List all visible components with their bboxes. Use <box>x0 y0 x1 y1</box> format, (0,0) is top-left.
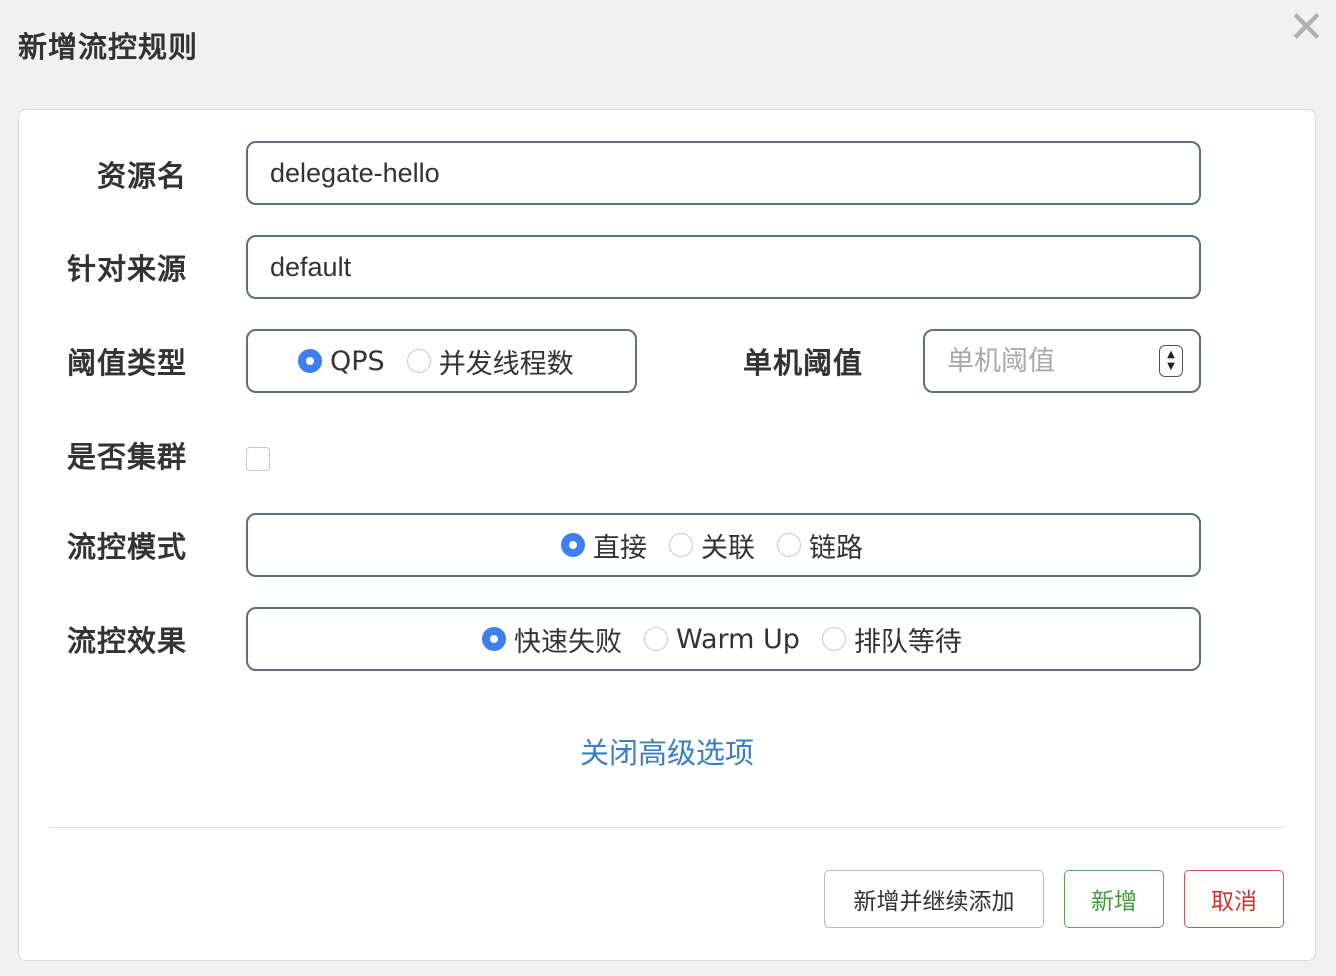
resource-input[interactable] <box>248 143 1199 203</box>
radio-qps[interactable]: QPS <box>298 346 385 377</box>
radio-button-fail-fast[interactable] <box>482 627 506 651</box>
threshold-input[interactable] <box>925 331 1199 391</box>
control-effect-label: 流控效果 <box>66 624 187 658</box>
radio-label-queue: 排队等待 <box>853 626 962 658</box>
radio-button-queue[interactable] <box>821 627 846 651</box>
close-icon[interactable]: ✕ <box>1288 6 1325 50</box>
cancel-button[interactable]: 取消 <box>1184 870 1284 928</box>
dialog-title: 新增流控规则 <box>18 30 199 64</box>
threshold-field-box: ▲ ▼ <box>923 329 1201 393</box>
resource-field-box <box>246 141 1201 205</box>
radio-label-direct: 直接 <box>593 532 647 564</box>
control-mode-radios: 直接 关联 链路 <box>561 515 863 575</box>
flow-rule-dialog: 新增流控规则 ✕ 资源名 针对来源 阈值类型 QPS 并发线程数 <box>0 0 1336 976</box>
control-effect-group: 快速失败 Warm Up 排队等待 <box>246 607 1201 671</box>
radio-button-chain[interactable] <box>777 533 801 557</box>
control-effect-radios: 快速失败 Warm Up 排队等待 <box>482 609 962 669</box>
close-advanced-options-link[interactable]: 关闭高级选项 <box>19 730 1315 772</box>
radio-button-concurrent-threads[interactable] <box>406 349 431 373</box>
radio-label-warm-up: Warm Up <box>676 623 800 655</box>
radio-button-warm-up[interactable] <box>644 627 668 651</box>
form-panel: 资源名 针对来源 阈值类型 QPS 并发线程数 单机阈值 <box>18 109 1316 961</box>
radio-direct[interactable]: 直接 <box>561 526 647 565</box>
radio-label-fail-fast: 快速失败 <box>514 626 622 658</box>
radio-fail-fast[interactable]: 快速失败 <box>482 620 622 659</box>
radio-label-concurrent-threads: 并发线程数 <box>438 348 574 380</box>
cluster-checkbox[interactable] <box>246 447 270 471</box>
number-stepper[interactable]: ▲ ▼ <box>1159 345 1183 377</box>
radio-button-qps[interactable] <box>298 349 322 373</box>
add-and-continue-button[interactable]: 新增并继续添加 <box>824 870 1044 928</box>
radio-queue[interactable]: 排队等待 <box>821 620 962 659</box>
radio-concurrent-threads[interactable]: 并发线程数 <box>406 342 574 381</box>
origin-label: 针对来源 <box>66 252 187 286</box>
threshold-type-radios: QPS 并发线程数 <box>298 331 574 391</box>
radio-relate[interactable]: 关联 <box>669 526 755 565</box>
radio-button-direct[interactable] <box>561 533 585 557</box>
stepper-down-icon[interactable]: ▼ <box>1167 361 1175 373</box>
radio-label-chain: 链路 <box>809 532 863 564</box>
threshold-type-label: 阈值类型 <box>66 346 187 380</box>
control-mode-label: 流控模式 <box>66 530 187 564</box>
cluster-label: 是否集群 <box>66 440 187 474</box>
radio-button-relate[interactable] <box>669 533 693 557</box>
control-mode-group: 直接 关联 链路 <box>246 513 1201 577</box>
origin-input[interactable] <box>248 237 1199 297</box>
threshold-label: 单机阈值 <box>742 346 863 380</box>
radio-chain[interactable]: 链路 <box>777 526 863 565</box>
radio-warm-up[interactable]: Warm Up <box>644 624 800 655</box>
resource-label: 资源名 <box>96 159 187 193</box>
footer-divider <box>49 827 1285 828</box>
origin-field-box <box>246 235 1201 299</box>
radio-label-qps: QPS <box>330 345 385 377</box>
stepper-up-icon[interactable]: ▲ <box>1167 349 1175 361</box>
radio-label-relate: 关联 <box>701 532 755 564</box>
threshold-type-group: QPS 并发线程数 <box>246 329 637 393</box>
add-button[interactable]: 新增 <box>1064 870 1164 928</box>
